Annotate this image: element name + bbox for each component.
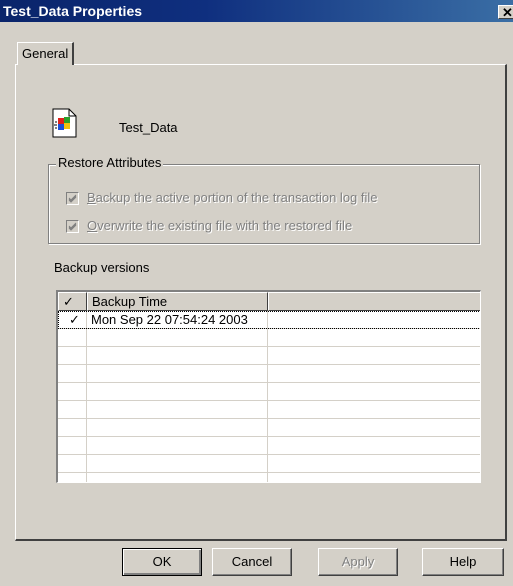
check-icon [68, 194, 77, 203]
close-button[interactable]: ✕ [498, 5, 513, 19]
window-title: Test_Data Properties [3, 3, 143, 19]
cancel-button[interactable]: Cancel [212, 548, 292, 576]
windows-file-icon [52, 108, 77, 138]
tab-general-label: General [22, 46, 69, 61]
table-row [58, 347, 480, 365]
column-header-backup-time[interactable]: Backup Time [87, 292, 268, 311]
backup-accel-key: B [87, 190, 96, 205]
table-row [58, 401, 480, 419]
restore-attributes-label: Restore Attributes [56, 155, 164, 170]
title-bar: Test_Data Properties ✕ [0, 0, 513, 22]
table-row [58, 329, 480, 347]
backup-label-rest: ackup the active portion of the transact… [95, 190, 378, 205]
column-header-check[interactable]: ✓ [58, 292, 87, 311]
check-icon [68, 222, 77, 231]
ok-button-label: OK [152, 554, 172, 569]
table-row [58, 419, 480, 437]
apply-button[interactable]: Apply [318, 548, 398, 576]
backup-active-portion-label: Backup the active portion of the transac… [87, 190, 378, 205]
table-row [58, 383, 480, 401]
backup-active-portion-checkbox[interactable] [66, 192, 79, 205]
table-row[interactable]: ✓ Mon Sep 22 07:54:24 2003 [58, 311, 480, 329]
table-row [58, 437, 480, 455]
ok-button[interactable]: OK [122, 548, 202, 576]
column-header-check-label: ✓ [63, 294, 74, 309]
cancel-button-label: Cancel [231, 554, 273, 569]
overwrite-accel-key: O [87, 218, 98, 233]
column-header-backup-time-label: Backup Time [92, 294, 168, 309]
overwrite-existing-label: Overwrite the existing file with the res… [87, 218, 352, 233]
help-button-label: Help [449, 554, 477, 569]
backup-versions-label: Backup versions [54, 260, 150, 275]
apply-button-label: Apply [341, 554, 375, 569]
tab-general[interactable]: General [17, 42, 75, 65]
close-icon: ✕ [502, 5, 513, 20]
row-check-mark: ✓ [69, 312, 80, 327]
table-row [58, 455, 480, 473]
overwrite-existing-checkbox[interactable] [66, 220, 79, 233]
table-row [58, 365, 480, 383]
help-button[interactable]: Help [422, 548, 504, 576]
backup-versions-list[interactable]: ✓ Backup Time ✓ Mon Sep 22 07:54:24 2003 [56, 290, 481, 483]
overwrite-label-rest: verwrite the existing file with the rest… [97, 218, 353, 233]
column-header-blank[interactable] [268, 292, 480, 311]
file-name: Test_Data [119, 120, 178, 135]
row-backup-time: Mon Sep 22 07:54:24 2003 [91, 312, 248, 327]
